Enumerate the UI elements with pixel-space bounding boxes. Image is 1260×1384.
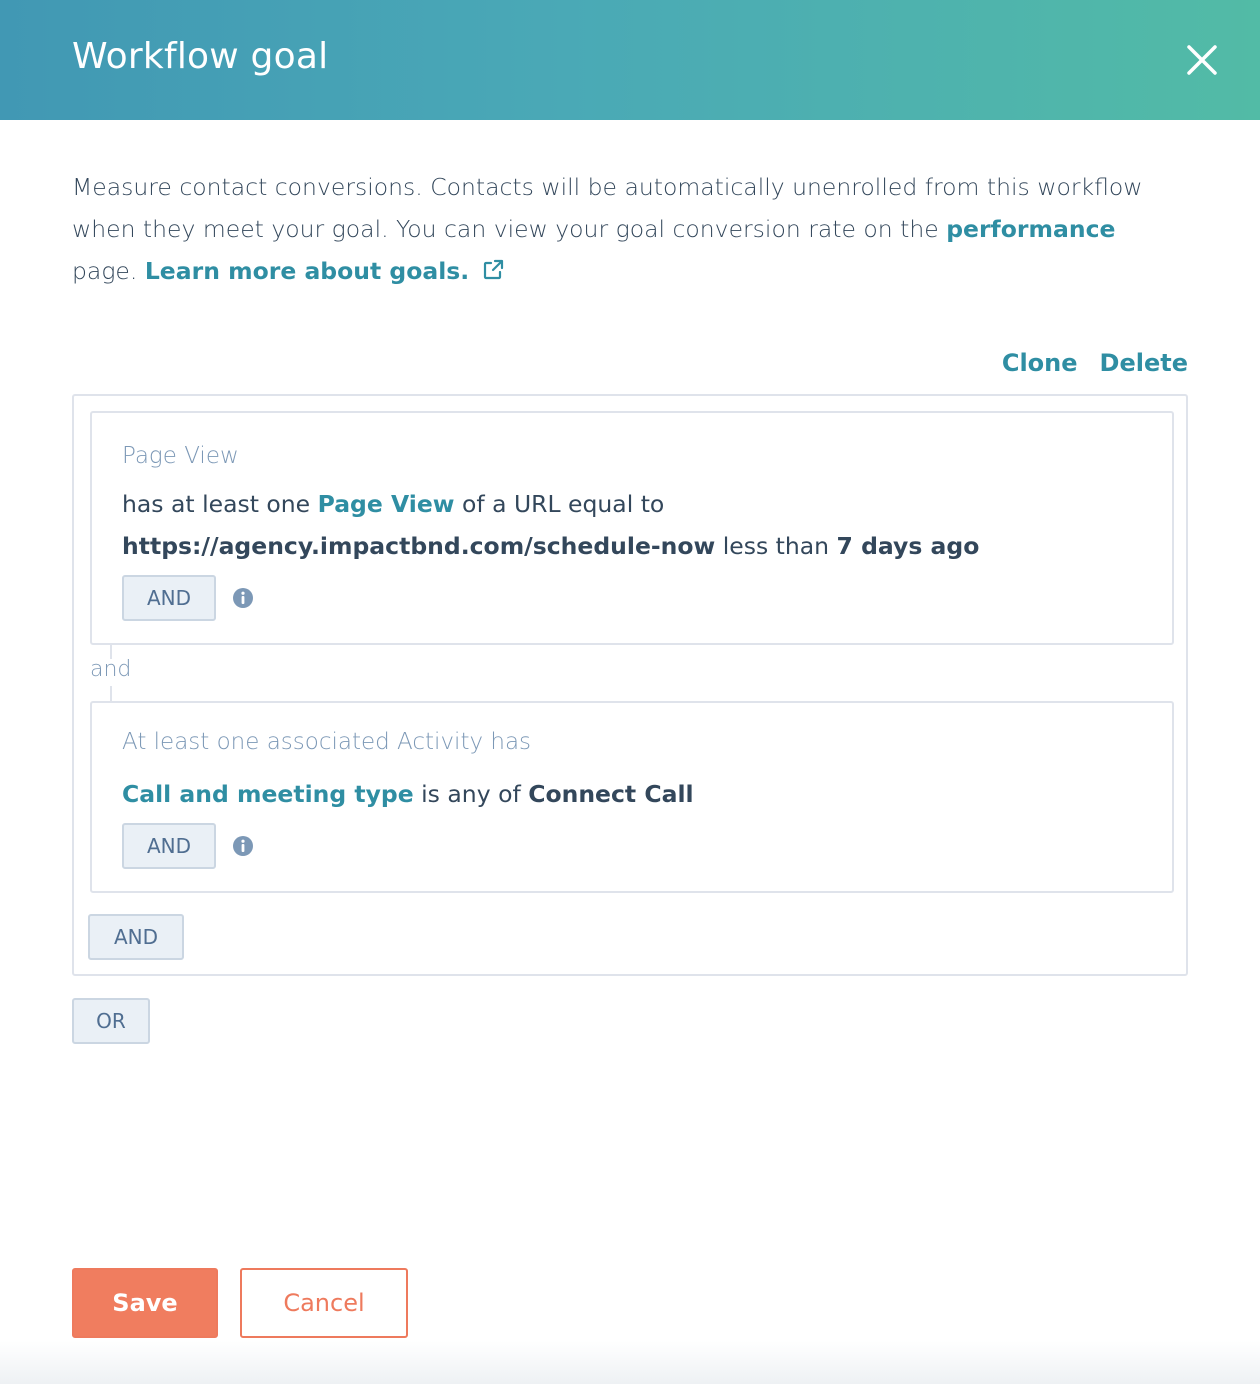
filter-card-activity[interactable]: At least one associated Activity has Cal… bbox=[90, 701, 1174, 893]
group-and-button[interactable]: AND bbox=[88, 914, 184, 960]
external-link-icon bbox=[484, 259, 504, 280]
filter-property-link[interactable]: Call and meeting type bbox=[122, 780, 414, 808]
filter-value: 7 days ago bbox=[836, 532, 980, 560]
filter-value: Connect Call bbox=[528, 780, 694, 808]
filter-heading: Page View bbox=[122, 443, 239, 469]
filter-heading: At least one associated Activity has bbox=[122, 729, 532, 755]
intro-text-2: page. bbox=[72, 257, 145, 285]
filter-and-button[interactable]: AND bbox=[122, 823, 216, 869]
dialog-title: Workflow goal bbox=[72, 36, 329, 77]
filter-group: Page View has at least one Page View of … bbox=[72, 394, 1188, 976]
close-button[interactable] bbox=[1180, 38, 1224, 82]
delete-link[interactable]: Delete bbox=[1100, 349, 1188, 377]
filter-description: Call and meeting type is any of Connect … bbox=[122, 773, 1132, 815]
filter-value: https://agency.impactbnd.com/schedule-no… bbox=[122, 532, 716, 560]
filter-text: is any of bbox=[413, 780, 529, 808]
filter-text: has at least one bbox=[122, 490, 318, 518]
and-connector-label: and bbox=[90, 657, 132, 682]
save-button[interactable]: Save bbox=[72, 1268, 218, 1338]
filter-and-button[interactable]: AND bbox=[122, 575, 216, 621]
learn-more-link[interactable]: Learn more about goals. bbox=[145, 257, 506, 285]
dialog-header: Workflow goal bbox=[0, 0, 1260, 120]
filter-text: less than bbox=[715, 532, 837, 560]
clone-link[interactable]: Clone bbox=[1002, 349, 1078, 377]
intro-description: Measure contact conversions. Contacts wi… bbox=[72, 166, 1188, 292]
info-icon[interactable] bbox=[232, 587, 254, 609]
filter-group-actions: Clone Delete bbox=[980, 349, 1188, 377]
filter-description: has at least one Page View of a URL equa… bbox=[122, 483, 1132, 567]
learn-more-label: Learn more about goals. bbox=[144, 257, 470, 285]
performance-link[interactable]: performance bbox=[946, 215, 1115, 243]
cancel-button[interactable]: Cancel bbox=[240, 1268, 408, 1338]
filter-card-page-view[interactable]: Page View has at least one Page View of … bbox=[90, 411, 1174, 645]
filter-text: of a URL equal to bbox=[454, 490, 665, 518]
info-icon[interactable] bbox=[232, 835, 254, 857]
close-icon bbox=[1187, 45, 1217, 75]
or-button[interactable]: OR bbox=[72, 998, 150, 1044]
connector-line bbox=[110, 686, 112, 701]
filter-property-link[interactable]: Page View bbox=[318, 490, 455, 518]
